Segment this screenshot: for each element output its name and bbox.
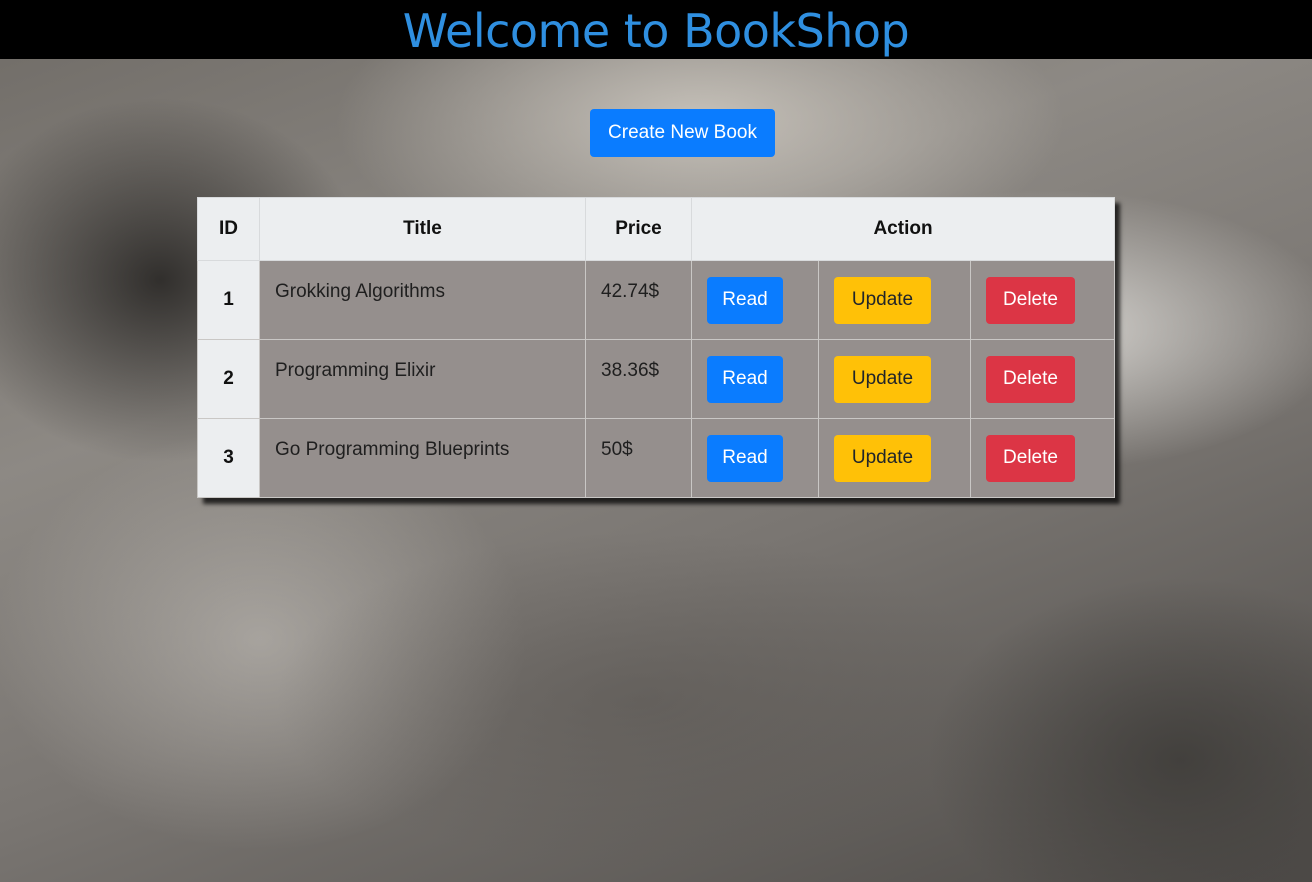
table-row: 3 Go Programming Blueprints 50$ Read Upd…	[197, 418, 1116, 498]
delete-button[interactable]: Delete	[986, 434, 1075, 482]
table-header-row: ID Title Price Action	[197, 197, 1116, 261]
book-id: 3	[197, 418, 260, 498]
book-price: 50$	[585, 418, 692, 498]
books-table: ID Title Price Action 1 Grokking Algorit…	[197, 197, 1116, 498]
book-id: 2	[197, 339, 260, 419]
update-button[interactable]: Update	[834, 355, 931, 403]
update-cell: Update	[818, 418, 971, 498]
table-row: 1 Grokking Algorithms 42.74$ Read Update…	[197, 260, 1116, 340]
book-title: Grokking Algorithms	[259, 260, 586, 340]
books-table-container: ID Title Price Action 1 Grokking Algorit…	[197, 197, 1116, 498]
delete-cell: Delete	[969, 418, 1116, 498]
page-title: Welcome to BookShop	[402, 4, 910, 58]
delete-button[interactable]: Delete	[986, 355, 1075, 403]
header-bar: Welcome to BookShop	[0, 0, 1312, 59]
read-button[interactable]: Read	[707, 355, 783, 403]
column-header-action: Action	[690, 197, 1116, 261]
read-button[interactable]: Read	[707, 434, 783, 482]
read-button[interactable]: Read	[707, 276, 783, 324]
update-cell: Update	[818, 339, 971, 419]
table-row: 2 Programming Elixir 38.36$ Read Update …	[197, 339, 1116, 419]
read-cell: Read	[691, 418, 819, 498]
delete-button[interactable]: Delete	[986, 276, 1075, 324]
update-button[interactable]: Update	[834, 276, 931, 324]
column-header-price: Price	[585, 197, 692, 261]
book-price: 38.36$	[585, 339, 692, 419]
page: Welcome to BookShop Create New Book ID T…	[0, 0, 1312, 882]
book-id: 1	[197, 260, 260, 340]
create-new-book-button[interactable]: Create New Book	[590, 109, 775, 157]
delete-cell: Delete	[969, 339, 1116, 419]
book-title: Go Programming Blueprints	[259, 418, 586, 498]
read-cell: Read	[691, 339, 819, 419]
update-cell: Update	[818, 260, 971, 340]
delete-cell: Delete	[969, 260, 1116, 340]
column-header-title: Title	[259, 197, 586, 261]
column-header-id: ID	[197, 197, 260, 261]
book-title: Programming Elixir	[259, 339, 586, 419]
read-cell: Read	[691, 260, 819, 340]
book-price: 42.74$	[585, 260, 692, 340]
update-button[interactable]: Update	[834, 434, 931, 482]
